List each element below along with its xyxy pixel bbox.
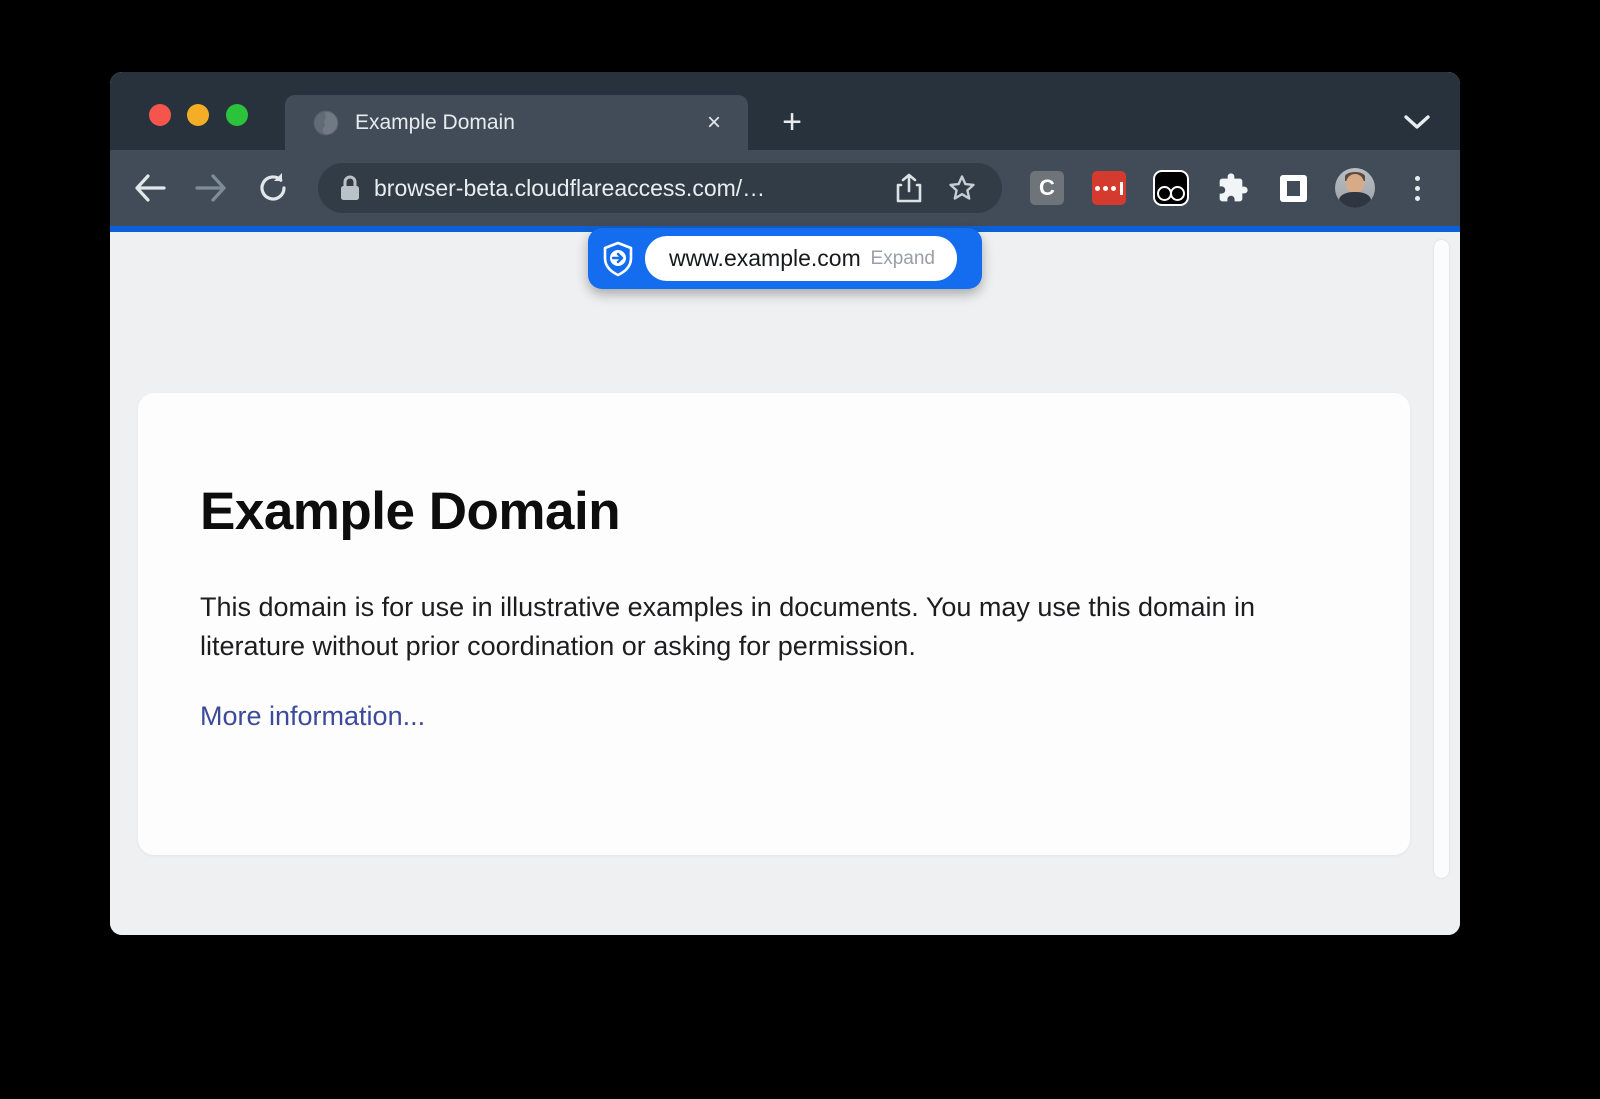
reload-icon (257, 172, 289, 204)
extension-lastpass-button[interactable] (1087, 166, 1131, 210)
address-bar[interactable]: browser-beta.cloudflareaccess.com/… (318, 163, 1002, 213)
new-tab-button[interactable]: + (772, 102, 812, 142)
tab-example-domain[interactable]: Example Domain × (285, 95, 748, 150)
browser-window: Example Domain × + (110, 72, 1460, 935)
tab-title: Example Domain (355, 111, 700, 135)
minimize-window-button[interactable] (187, 104, 209, 126)
side-panel-button[interactable] (1271, 166, 1315, 210)
c-extension-icon: C (1030, 171, 1064, 205)
isolated-domain-text: www.example.com (669, 245, 871, 272)
zoom-window-button[interactable] (226, 104, 248, 126)
content-card: Example Domain This domain is for use in… (138, 393, 1410, 855)
puzzle-piece-icon (1217, 172, 1249, 204)
toolbar: browser-beta.cloudflareaccess.com/… C (110, 150, 1460, 226)
tab-search-button[interactable] (1398, 103, 1436, 141)
dual-circle-icon (1153, 170, 1189, 206)
globe-favicon-icon (313, 110, 339, 136)
isolation-banner: www.example.com Expand (588, 228, 982, 289)
shield-arrow-icon (602, 241, 634, 277)
page-title: Example Domain (200, 481, 1348, 542)
back-arrow-icon (133, 173, 167, 203)
kebab-menu-icon (1415, 176, 1420, 201)
tab-close-icon[interactable]: × (700, 109, 728, 137)
side-panel-icon (1280, 175, 1307, 202)
isolated-domain-pill[interactable]: www.example.com Expand (645, 236, 957, 281)
vertical-scrollbar-thumb[interactable] (1434, 240, 1449, 878)
browser-menu-button[interactable] (1395, 166, 1439, 210)
page-viewport: www.example.com Expand Example Domain Th… (110, 232, 1460, 935)
tab-strip: Example Domain × + (110, 72, 1460, 150)
close-window-button[interactable] (149, 104, 171, 126)
lastpass-dots-icon (1092, 171, 1126, 205)
extension-c-button[interactable]: C (1025, 166, 1069, 210)
share-icon[interactable] (896, 173, 922, 203)
profile-avatar[interactable] (1333, 166, 1377, 210)
url-text[interactable]: browser-beta.cloudflareaccess.com/… (374, 175, 896, 202)
chevron-down-icon (1404, 114, 1430, 130)
back-button[interactable] (126, 164, 174, 212)
lock-icon (340, 175, 360, 201)
forward-button[interactable] (187, 164, 235, 212)
page-paragraph: This domain is for use in illustrative e… (200, 588, 1348, 666)
expand-button[interactable]: Expand (871, 248, 935, 270)
extension-dual-circle-button[interactable] (1149, 166, 1193, 210)
forward-arrow-icon (194, 173, 228, 203)
bookmark-star-icon[interactable] (948, 174, 976, 202)
avatar (1335, 168, 1375, 208)
reload-button[interactable] (249, 164, 297, 212)
extensions-menu-button[interactable] (1211, 166, 1255, 210)
more-information-link[interactable]: More information... (200, 701, 425, 732)
